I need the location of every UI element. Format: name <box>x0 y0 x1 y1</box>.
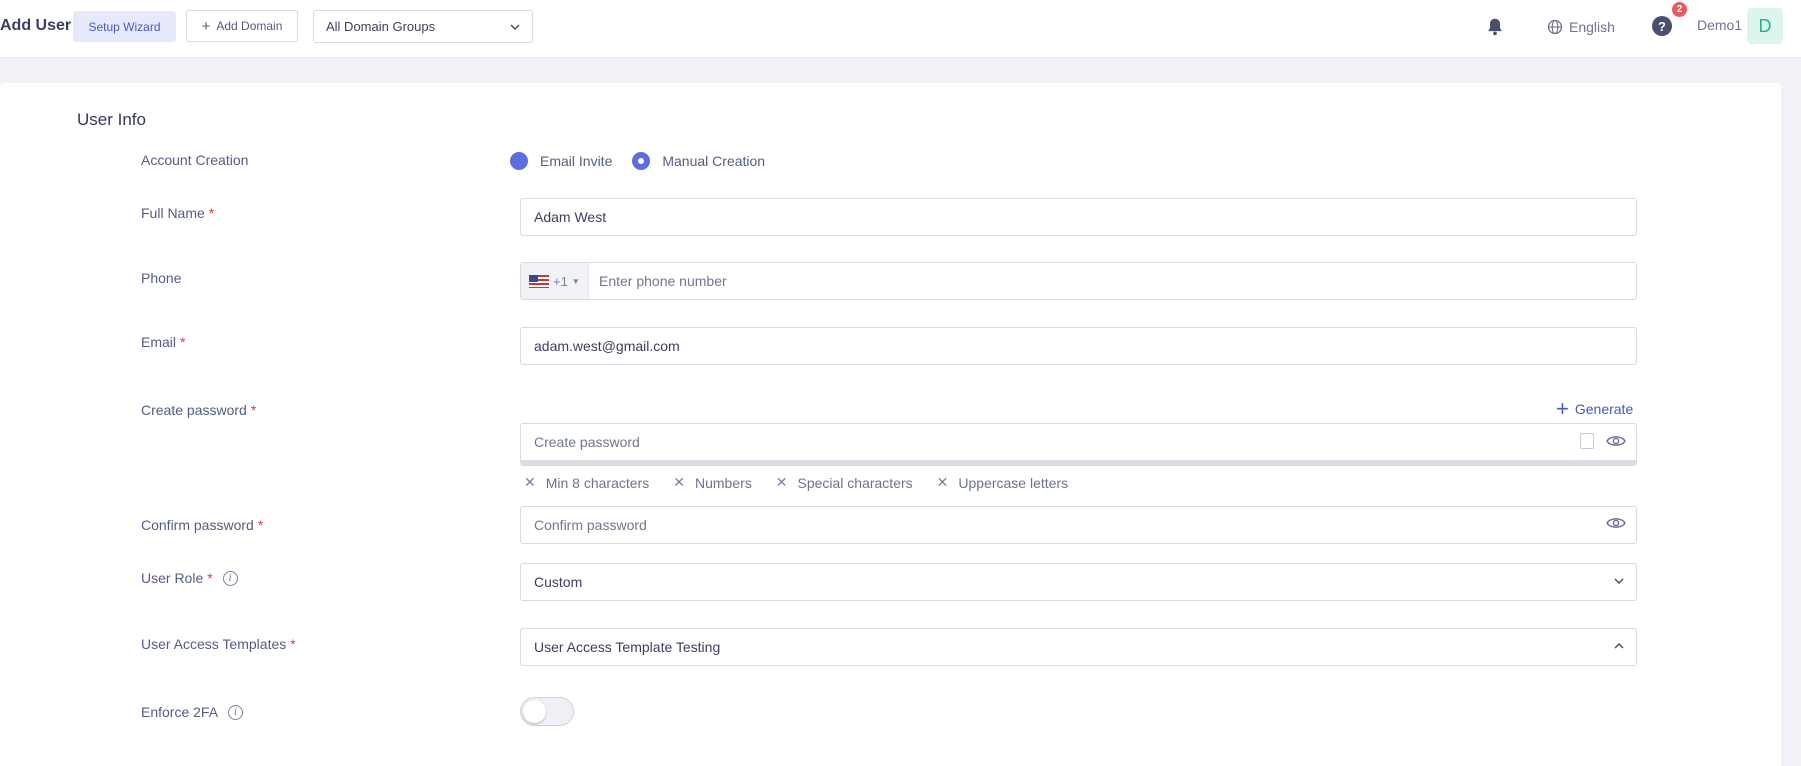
create-password-text: Create password <box>141 402 247 418</box>
copy-icon[interactable] <box>1580 433 1594 449</box>
country-code: +1 <box>553 273 568 289</box>
rule-text: Uppercase letters <box>958 474 1069 491</box>
enforce-2fa-toggle[interactable] <box>520 697 574 726</box>
required-marker: * <box>250 402 257 418</box>
create-password-input[interactable]: Create password <box>520 423 1637 461</box>
cross-icon: ✕ <box>936 474 949 490</box>
info-icon[interactable]: i <box>222 570 238 586</box>
account-creation-radio-group: Email Invite Manual Creation <box>510 152 785 170</box>
setup-wizard-button[interactable]: Setup Wizard <box>73 11 176 42</box>
email-text: Email <box>141 334 177 350</box>
required-marker: * <box>207 570 213 586</box>
chevron-down-icon <box>510 23 520 30</box>
user-access-templates-text: User Access Templates <box>141 636 287 652</box>
password-rule: ✕ Min 8 characters <box>524 474 649 491</box>
manual-creation-label[interactable]: Manual Creation <box>662 153 765 169</box>
password-rule: ✕ Uppercase letters <box>937 474 1068 491</box>
chevron-up-icon <box>1614 642 1624 649</box>
full-name-text: Full Name <box>141 205 205 221</box>
full-name-label: Full Name * <box>141 205 214 221</box>
email-value: adam.west@gmail.com <box>534 338 680 354</box>
avatar[interactable]: D <box>1747 8 1783 44</box>
create-password-label: Create password * <box>141 402 256 418</box>
rule-text: Min 8 characters <box>545 474 650 491</box>
user-name[interactable]: Demo1 <box>1697 17 1742 33</box>
eye-icon[interactable] <box>1606 516 1626 530</box>
section-title: User Info <box>77 110 146 129</box>
eye-icon[interactable] <box>1606 434 1626 448</box>
password-strength-bar <box>520 461 1637 466</box>
confirm-password-label: Confirm password * <box>141 517 263 533</box>
cross-icon: ✕ <box>524 474 536 490</box>
plus-icon: + <box>201 17 211 35</box>
email-invite-label[interactable]: Email Invite <box>540 153 612 169</box>
cross-icon: ✕ <box>673 474 685 490</box>
confirm-password-placeholder: Confirm password <box>534 517 647 533</box>
phone-placeholder: Enter phone number <box>599 273 727 289</box>
full-name-value: Adam West <box>534 209 607 225</box>
top-bar: Add User Setup Wizard + Add Domain All D… <box>0 0 1801 58</box>
user-access-templates-value: User Access Template Testing <box>534 639 721 655</box>
password-actions <box>1580 433 1626 449</box>
domain-group-value: All Domain Groups <box>326 19 436 34</box>
email-invite-radio[interactable] <box>510 152 528 170</box>
user-access-templates-select[interactable]: User Access Template Testing <box>520 628 1637 666</box>
chevron-down-icon <box>1614 578 1624 585</box>
generate-label: Generate <box>1574 401 1634 417</box>
language-selector[interactable]: English <box>1547 16 1615 38</box>
globe-icon <box>1547 19 1563 35</box>
plus-icon: + <box>1556 396 1569 421</box>
country-code-select[interactable]: +1 ▼ <box>521 263 589 299</box>
user-role-select[interactable]: Custom <box>520 563 1637 601</box>
confirm-password-text: Confirm password <box>141 517 254 533</box>
password-actions <box>1606 516 1626 530</box>
required-marker: * <box>290 636 296 652</box>
phone-label: Phone <box>141 270 181 286</box>
help-icon[interactable]: ? <box>1652 16 1672 36</box>
user-role-value: Custom <box>534 574 583 590</box>
rule-text: Numbers <box>694 474 752 491</box>
generate-password-button[interactable]: + Generate <box>1556 398 1633 420</box>
user-role-text: User Role <box>141 570 204 586</box>
required-marker: * <box>257 517 264 533</box>
account-creation-label: Account Creation <box>141 152 248 168</box>
language-label: English <box>1569 19 1615 35</box>
domain-group-select[interactable]: All Domain Groups <box>313 10 533 43</box>
manual-creation-radio[interactable] <box>632 152 651 170</box>
us-flag-icon <box>529 274 549 288</box>
phone-text: Phone <box>141 270 182 286</box>
confirm-password-input[interactable]: Confirm password <box>520 506 1637 544</box>
add-domain-label: Add Domain <box>216 19 283 33</box>
password-rule: ✕ Numbers <box>673 474 752 491</box>
notification-badge: 2 <box>1672 2 1687 17</box>
toggle-knob <box>523 700 546 723</box>
add-domain-button[interactable]: + Add Domain <box>186 10 298 42</box>
enforce-2fa-label: Enforce 2FA i <box>141 704 244 720</box>
required-marker: * <box>208 205 215 221</box>
email-input[interactable]: adam.west@gmail.com <box>520 327 1637 365</box>
full-name-input[interactable]: Adam West <box>520 198 1637 236</box>
create-password-placeholder: Create password <box>534 434 640 450</box>
user-role-label: User Role * i <box>141 570 238 586</box>
page-title: Add User <box>0 17 72 34</box>
phone-input[interactable]: +1 ▼ Enter phone number <box>520 262 1637 300</box>
info-icon[interactable]: i <box>228 704 244 720</box>
rule-text: Special characters <box>797 474 913 491</box>
user-access-templates-label: User Access Templates * <box>141 636 296 652</box>
caret-down-icon: ▼ <box>571 276 580 286</box>
password-rules: ✕ Min 8 characters ✕ Numbers ✕ Special char… <box>524 474 1092 491</box>
enforce-2fa-text: Enforce 2FA <box>141 704 219 720</box>
required-marker: * <box>180 334 186 350</box>
email-label: Email * <box>141 334 185 350</box>
bell-icon[interactable] <box>1484 16 1506 38</box>
cross-icon: ✕ <box>775 474 788 490</box>
password-rule: ✕ Special characters <box>776 474 913 491</box>
account-creation-text: Account Creation <box>141 152 249 168</box>
